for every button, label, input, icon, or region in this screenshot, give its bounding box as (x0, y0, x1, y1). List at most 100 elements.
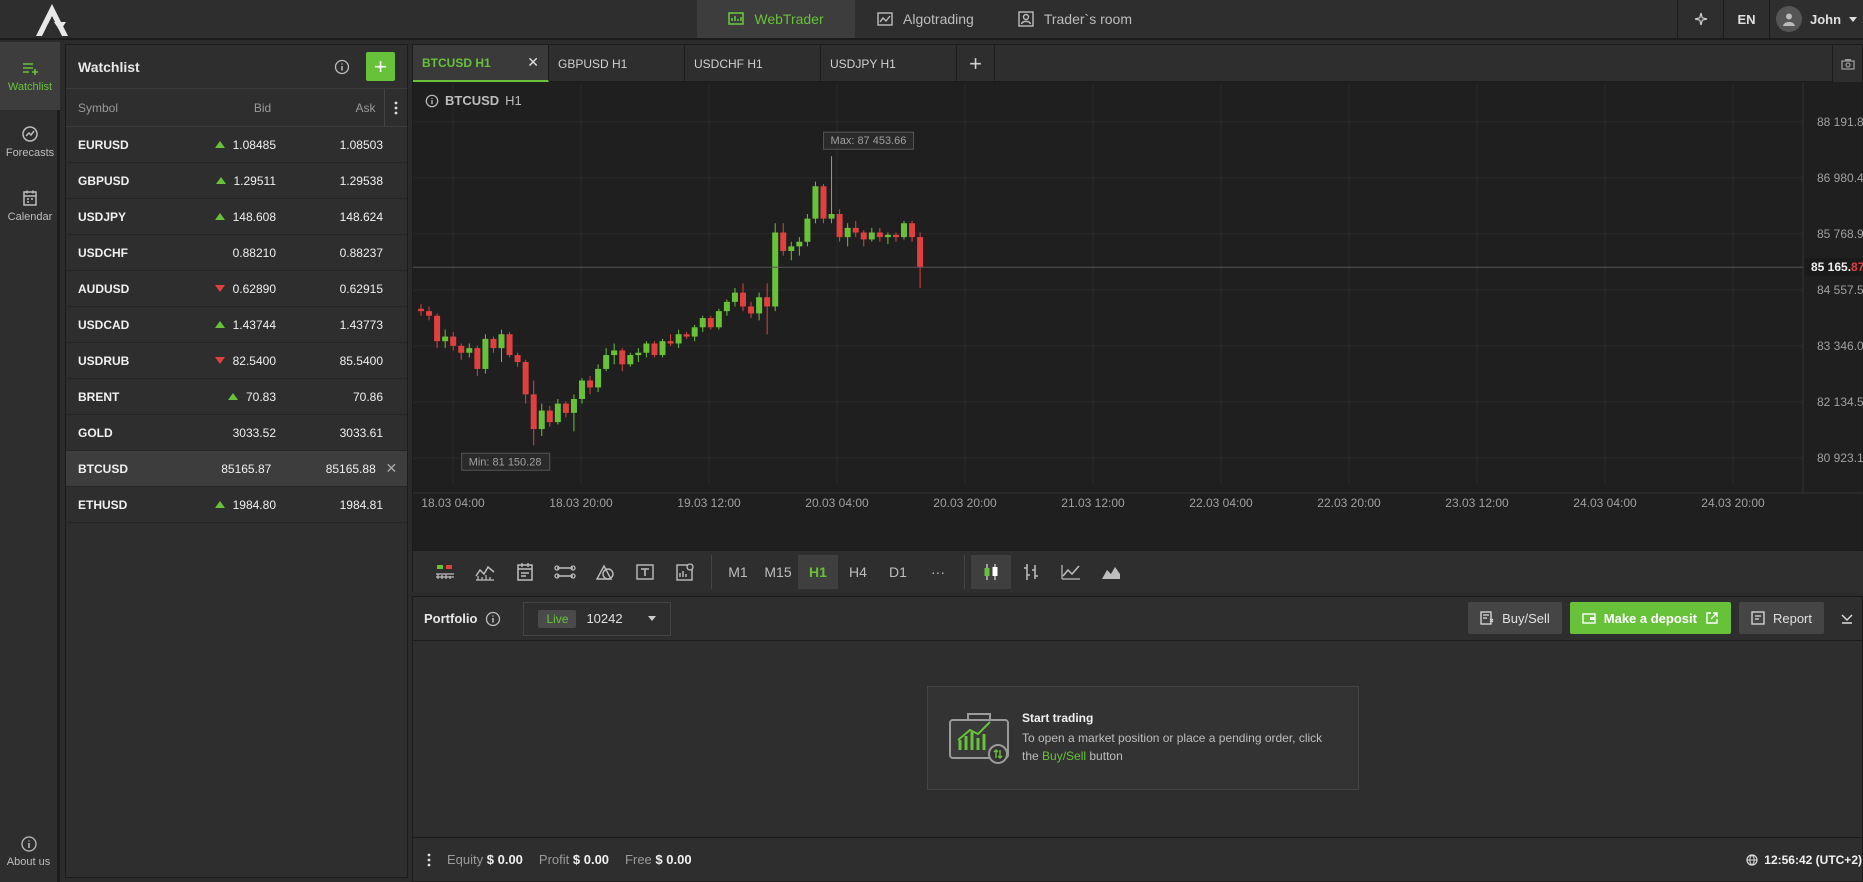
row-bid: 0.88210 (232, 245, 276, 260)
candle-body (514, 355, 521, 362)
sidebar-item-label: Watchlist (7, 81, 53, 93)
tab-gbpusd[interactable]: GBPUSD H1 (549, 45, 685, 82)
buy-sell-button[interactable]: Buy/Sell (1468, 602, 1562, 634)
column-menu-button[interactable] (383, 88, 407, 127)
events-button[interactable] (505, 555, 545, 589)
remove-icon[interactable]: ✕ (376, 460, 407, 477)
list-add-icon (23, 63, 38, 75)
table-row[interactable]: USDRUB 82.5400 85.5400 (66, 343, 407, 379)
magic-button[interactable] (1677, 0, 1723, 38)
table-row[interactable]: USDCAD 1.43744 1.43773 (66, 307, 407, 343)
about-us-link[interactable]: About us (0, 836, 57, 868)
table-row[interactable]: ETHUSD 1984.80 1984.81 (66, 487, 407, 523)
vertical-dots-icon (394, 101, 398, 114)
close-icon[interactable]: ✕ (527, 54, 539, 71)
language-button[interactable]: EN (1723, 0, 1769, 38)
timeframe-h4[interactable]: H4 (838, 555, 878, 589)
candle-body (498, 334, 505, 349)
screenshot-button[interactable] (1832, 45, 1862, 82)
sidebar-item-label: Calendar (7, 211, 53, 223)
sidebar-item-calendar[interactable]: Calendar (0, 174, 60, 238)
studies-button[interactable] (465, 555, 505, 589)
table-row[interactable]: EURUSD 1.08485 1.08503 (66, 127, 407, 163)
y-tick-label: 88 191.89 (1817, 115, 1863, 129)
add-symbol-button[interactable]: + (366, 52, 395, 81)
candle-body (844, 227, 851, 238)
chart-type-area[interactable] (1091, 555, 1131, 589)
chevron-down-icon (648, 616, 657, 621)
chart-type-line[interactable] (1051, 555, 1091, 589)
chart-type-candles[interactable] (971, 555, 1011, 589)
candlestick-chart[interactable]: 88 191.89 86 980.43 85 768.97 84 557.51 83 3… (413, 83, 1863, 523)
candle-body (917, 237, 924, 268)
row-ask: 85165.88 (325, 461, 376, 476)
candle-body (554, 403, 561, 423)
info-icon[interactable] (334, 59, 350, 75)
row-ask: 1.29538 (339, 173, 383, 188)
table-row[interactable]: GBPUSD 1.29511 1.29538 (66, 163, 407, 199)
add-tab-button[interactable]: + (957, 45, 995, 82)
portfolio-actions: Buy/Sell Make a deposit Report (1468, 602, 1862, 634)
shapes-button[interactable] (585, 555, 625, 589)
report-button[interactable]: Report (1738, 602, 1824, 634)
candle-body (418, 308, 424, 312)
tab-usdjpy[interactable]: USDJPY H1 (821, 45, 957, 82)
row-ask: 3033.61 (339, 425, 383, 440)
start-trading-card: Start trading To open a market position … (927, 686, 1359, 790)
row-symbol: GOLD (78, 425, 113, 440)
table-row[interactable]: AUDUSD 0.62890 0.62915 (66, 271, 407, 307)
candle-body (603, 355, 610, 369)
min-price-label: Min: 81 150.28 (469, 456, 542, 468)
candle-body (740, 292, 746, 307)
row-ask: 0.88237 (339, 245, 383, 260)
timeframe-m15[interactable]: M15 (758, 555, 798, 589)
chart-area[interactable]: 88 191.89 86 980.43 85 768.97 84 557.51 83 3… (413, 83, 1863, 523)
collapse-panel-button[interactable] (1832, 602, 1862, 634)
vertical-dots-icon[interactable] (427, 853, 431, 867)
nav-webtrader[interactable]: WebTrader (697, 0, 855, 38)
more-timeframes-button[interactable]: ··· (918, 555, 958, 589)
column-ask[interactable]: Ask (271, 101, 376, 115)
text-tool-button[interactable] (625, 555, 665, 589)
indicators-button[interactable] (425, 555, 465, 589)
candle-body (812, 186, 819, 219)
table-row[interactable]: BTCUSD 85165.87 85165.88 ✕ (66, 451, 407, 487)
account-selector[interactable]: Live 10242 (523, 601, 672, 636)
chart-type-bars[interactable] (1011, 555, 1051, 589)
nav-algotrading[interactable]: Algotrading (855, 0, 996, 38)
buy-sell-link[interactable]: Buy/Sell (1042, 749, 1086, 763)
indicators-icon (436, 565, 454, 579)
timeframe-m1[interactable]: M1 (718, 555, 758, 589)
sidebar-item-forecasts[interactable]: Forecasts (0, 110, 60, 174)
column-symbol[interactable]: Symbol (78, 101, 176, 115)
chart-settings-button[interactable] (665, 555, 705, 589)
info-icon[interactable] (485, 611, 501, 627)
candle-body (820, 186, 827, 219)
tab-usdchf[interactable]: USDCHF H1 (685, 45, 821, 82)
table-row[interactable]: BRENT 70.83 70.86 (66, 379, 407, 415)
info-icon[interactable] (425, 94, 439, 108)
tab-btcusd[interactable]: BTCUSD H1 ✕ (413, 45, 549, 82)
timeframe-d1[interactable]: D1 (878, 555, 918, 589)
wallet-icon (1582, 613, 1596, 624)
make-deposit-button[interactable]: Make a deposit (1569, 602, 1731, 634)
chart-gear-icon (676, 563, 694, 581)
timeframe-h1[interactable]: H1 (798, 555, 838, 589)
candle-body (909, 223, 916, 238)
column-bid[interactable]: Bid (176, 101, 271, 115)
sidebar-item-label: Forecasts (5, 147, 55, 159)
user-menu[interactable]: John (1769, 0, 1863, 38)
x-tick-label: 21.03 12:00 (1061, 496, 1125, 510)
table-row[interactable]: USDJPY 148.608 148.624 (66, 199, 407, 235)
calendar-icon (517, 563, 533, 581)
candle-body (667, 341, 674, 344)
logo-icon[interactable] (32, 2, 72, 38)
trend-line-button[interactable] (545, 555, 585, 589)
table-row[interactable]: USDCHF 0.88210 0.88237 (66, 235, 407, 271)
nav-traders-room[interactable]: Trader`s room (996, 0, 1154, 38)
report-label: Report (1772, 610, 1812, 626)
table-row[interactable]: GOLD 3033.52 3033.61 (66, 415, 407, 451)
tab-label: GBPUSD H1 (558, 56, 628, 71)
line-tool-icon (554, 565, 576, 579)
sidebar-item-watchlist[interactable]: Watchlist (0, 42, 60, 110)
